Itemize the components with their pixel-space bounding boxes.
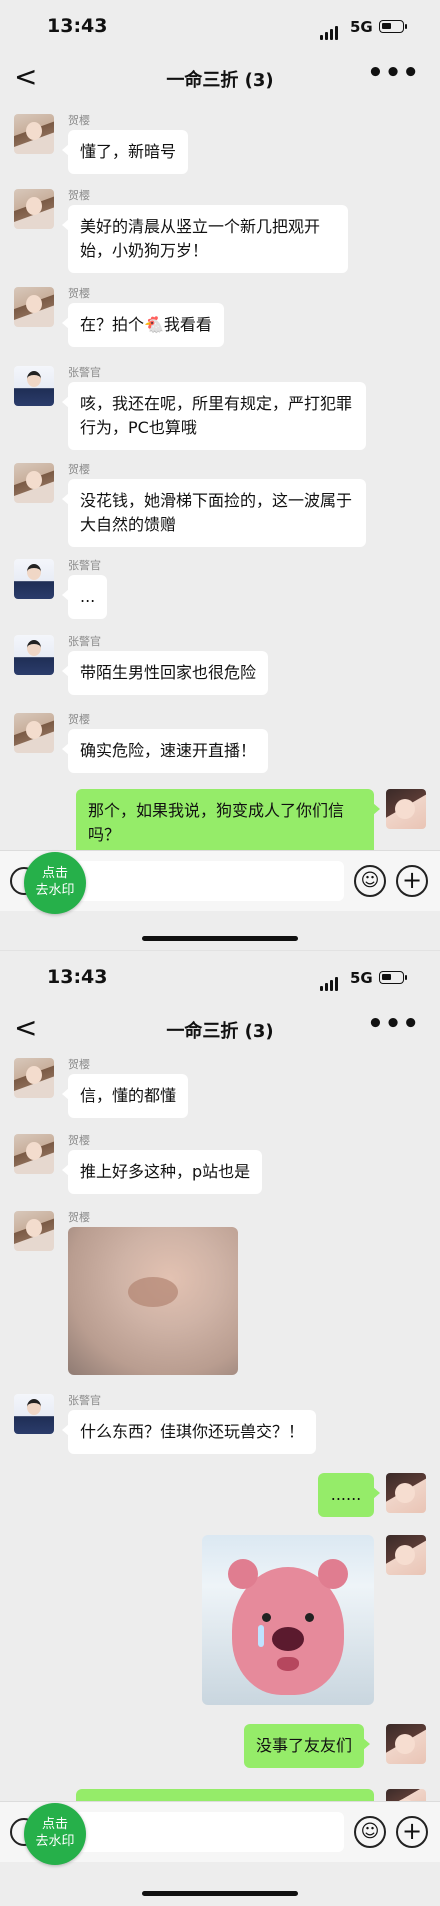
message-bubble[interactable]: 没花钱，她滑梯下面捡的，这一波属于大自然的馈赠 [62, 479, 366, 547]
avatar-zhang[interactable] [14, 635, 54, 675]
status-time: 13:43 [47, 966, 108, 988]
message-bubble-self[interactable]: 那个，如果我说，狗变成人了你们信吗？ [76, 789, 380, 857]
message-bubble[interactable]: 懂了，新暗号 [61, 130, 189, 174]
crying-bear-sticker [228, 1559, 348, 1695]
sticker-message[interactable] [202, 1535, 374, 1705]
watermark-badge-line2: 去水印 [35, 1834, 75, 1849]
signal-icon [320, 21, 340, 40]
watermark-badge-line2: 去水印 [35, 883, 75, 898]
sender-name: 贺樱 [68, 1058, 90, 1071]
avatar-he[interactable] [14, 287, 54, 327]
emoji-icon[interactable]: ☺ [354, 865, 386, 897]
network-label: 5G [350, 18, 373, 36]
nav-bar: < 一命三折 (3) ••• [0, 1007, 440, 1051]
message-bubble[interactable]: 在？拍个🐔我看看 [62, 303, 224, 347]
watermark-badge[interactable]: 点击 去水印 [24, 852, 86, 914]
sender-name: 贺樱 [68, 463, 90, 476]
sender-name: 张警官 [68, 366, 101, 379]
more-options-icon[interactable]: ••• [367, 1009, 420, 1039]
nav-bar: < 一命三折 (3) ••• [0, 56, 440, 100]
message-bubble[interactable]: 美好的清晨从竖立一个新几把观开始，小奶狗万岁！ [62, 205, 348, 273]
message-bubble[interactable]: 确实危险，速速开直播！ [61, 729, 269, 773]
emoji-icon[interactable]: ☺ [354, 1816, 386, 1848]
network-label: 5G [350, 969, 373, 987]
avatar-self[interactable] [386, 1724, 426, 1764]
avatar-he[interactable] [14, 189, 54, 229]
message-bubble[interactable]: ... [61, 575, 108, 619]
sender-name: 贺樱 [68, 114, 90, 127]
sender-name: 贺樱 [68, 189, 90, 202]
avatar-he[interactable] [14, 1134, 54, 1174]
avatar-he[interactable] [14, 1211, 54, 1251]
sender-name: 贺樱 [68, 1134, 90, 1147]
home-indicator [142, 936, 298, 941]
avatar-he[interactable] [14, 1058, 54, 1098]
battery-icon [379, 20, 407, 33]
plus-icon[interactable]: + [396, 865, 428, 897]
message-bubble[interactable]: 推上好多这种，p站也是 [61, 1150, 263, 1194]
message-input[interactable] [48, 1812, 344, 1852]
watermark-badge-line1: 点击 [41, 1817, 68, 1832]
avatar-zhang[interactable] [14, 559, 54, 599]
sender-name: 张警官 [68, 635, 101, 648]
avatar-he[interactable] [14, 713, 54, 753]
avatar-he[interactable] [14, 114, 54, 154]
message-bubble[interactable]: 什么东西？佳琪你还玩兽交？！ [61, 1410, 317, 1454]
message-bubble[interactable]: 咳，我还在呢，所里有规定，严打犯罪行为，PC也算哦 [62, 382, 366, 450]
avatar-he[interactable] [14, 463, 54, 503]
avatar-self[interactable] [386, 789, 426, 829]
message-input[interactable] [48, 861, 344, 901]
sender-name: 贺樱 [68, 1211, 90, 1224]
avatar-zhang[interactable] [14, 366, 54, 406]
message-bubble-self[interactable]: 没事了友友们 [244, 1724, 371, 1768]
plus-icon[interactable]: + [396, 1816, 428, 1848]
message-bubble-self[interactable]: ...... [318, 1473, 380, 1517]
message-bubble[interactable]: 信，懂的都懂 [61, 1074, 189, 1118]
avatar-self[interactable] [386, 1535, 426, 1575]
chat-screen-2: 13:43 5G < 一命三折 (3) ••• 贺樱 信，懂的都懂 贺樱 推上好… [0, 950, 440, 1906]
home-indicator [142, 1891, 298, 1896]
message-bubble[interactable]: 带陌生男性回家也很危险 [61, 651, 269, 695]
image-message[interactable] [68, 1227, 238, 1375]
avatar-self[interactable] [386, 1473, 426, 1513]
sender-name: 张警官 [68, 1394, 101, 1407]
status-bar: 13:43 5G [0, 0, 440, 56]
sender-name: 张警官 [68, 559, 101, 572]
watermark-badge-line1: 点击 [41, 866, 68, 881]
avatar-zhang[interactable] [14, 1394, 54, 1434]
status-bar: 13:43 5G [0, 951, 440, 1007]
watermark-badge[interactable]: 点击 去水印 [24, 1803, 86, 1865]
battery-icon [379, 971, 407, 984]
sender-name: 贺樱 [68, 287, 90, 300]
signal-icon [320, 972, 340, 991]
sender-name: 贺樱 [68, 713, 90, 726]
chat-screen-1: 13:43 5G < 一命三折 (3) ••• 贺樱 懂了，新暗号 贺樱 美好的… [0, 0, 440, 950]
status-time: 13:43 [47, 15, 108, 37]
more-options-icon[interactable]: ••• [367, 58, 420, 88]
